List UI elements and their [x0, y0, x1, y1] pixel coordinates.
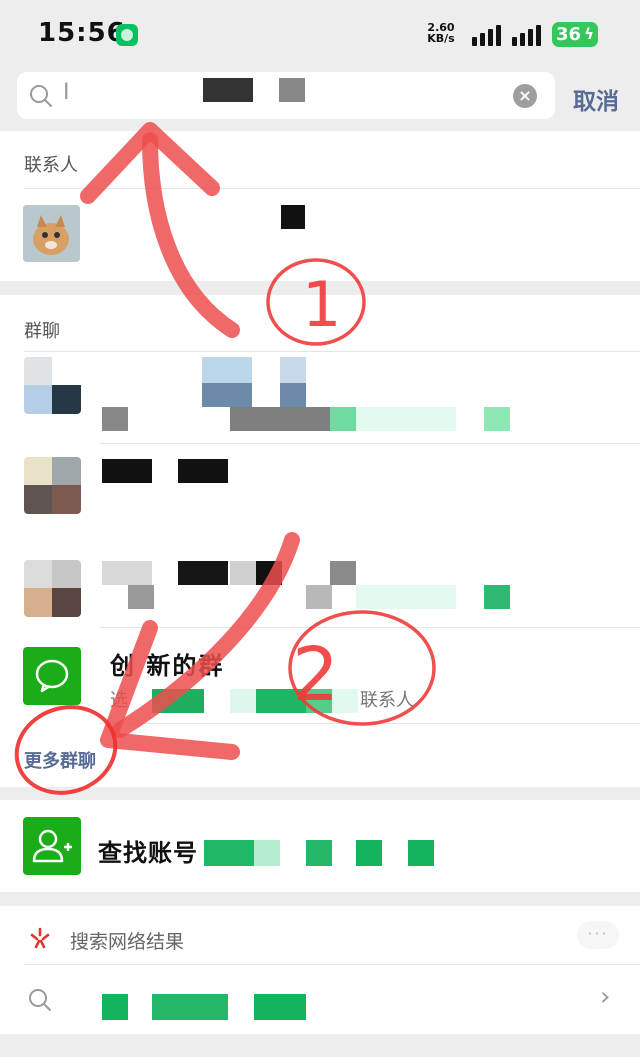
divider: [24, 351, 640, 352]
clear-icon[interactable]: ×: [513, 84, 537, 108]
group-avatar[interactable]: [24, 457, 81, 514]
group-avatar[interactable]: [24, 560, 81, 617]
create-group-subtitle: 选: [110, 690, 128, 711]
create-group-subtitle-end: 联系人: [360, 690, 414, 711]
web-search-section: 搜索网络结果 ··· ›: [0, 906, 640, 1034]
chevron-right-icon: ›: [600, 982, 611, 1012]
status-bar: 15:56 2.60 KB/s 36 ϟ: [0, 0, 640, 66]
wechat-status-icon: [116, 24, 138, 46]
more-groups-link[interactable]: 更多群聊: [24, 747, 96, 773]
divider: [100, 627, 640, 628]
search-icon: [30, 85, 52, 107]
search-icon: [29, 989, 51, 1011]
redacted-block: [202, 383, 252, 407]
redacted-block: [279, 78, 305, 102]
contacts-section: 联系人: [0, 131, 640, 281]
group-avatar[interactable]: [24, 357, 81, 414]
redacted-block: [280, 383, 306, 407]
create-group-title: 创 新的群: [110, 652, 225, 680]
search-web-icon: [30, 927, 50, 949]
network-speed-unit: KB/s: [427, 32, 455, 45]
redacted-block: [202, 357, 252, 383]
divider: [24, 188, 640, 189]
create-group-tile[interactable]: [23, 647, 81, 705]
divider: [100, 723, 640, 724]
find-account-row[interactable]: 查找账号: [0, 800, 640, 892]
charging-icon: ϟ: [584, 25, 594, 43]
avatar[interactable]: [23, 205, 80, 262]
redacted-block: [102, 459, 152, 483]
groups-section-title: 群聊: [24, 321, 60, 342]
contacts-section-title: 联系人: [24, 155, 78, 176]
more-options-button[interactable]: ···: [577, 921, 619, 949]
redacted-block: [280, 357, 306, 383]
chat-bubble-icon: [35, 659, 69, 693]
cancel-button[interactable]: 取消: [573, 82, 619, 116]
divider: [24, 964, 640, 965]
redacted-block: [203, 78, 253, 102]
search-input[interactable]: I ×: [17, 72, 555, 119]
find-account-tile: [23, 817, 81, 875]
signal-icon: [472, 24, 504, 46]
redacted-block: [178, 459, 228, 483]
network-speed: 2.60 KB/s: [424, 22, 458, 44]
status-time: 15:56: [38, 18, 126, 48]
battery-icon: 36 ϟ: [552, 22, 598, 47]
groups-section: 群聊 创 新的群 选 联系人 更多群聊: [0, 295, 640, 787]
signal-icon-2: [512, 24, 544, 46]
divider: [100, 443, 640, 444]
find-account-label: 查找账号: [98, 839, 198, 867]
add-contact-icon: [32, 829, 72, 863]
battery-level: 36: [556, 24, 582, 45]
web-search-label: 搜索网络结果: [70, 931, 185, 953]
search-query-text: I: [63, 80, 70, 105]
redacted-block: [281, 205, 305, 229]
